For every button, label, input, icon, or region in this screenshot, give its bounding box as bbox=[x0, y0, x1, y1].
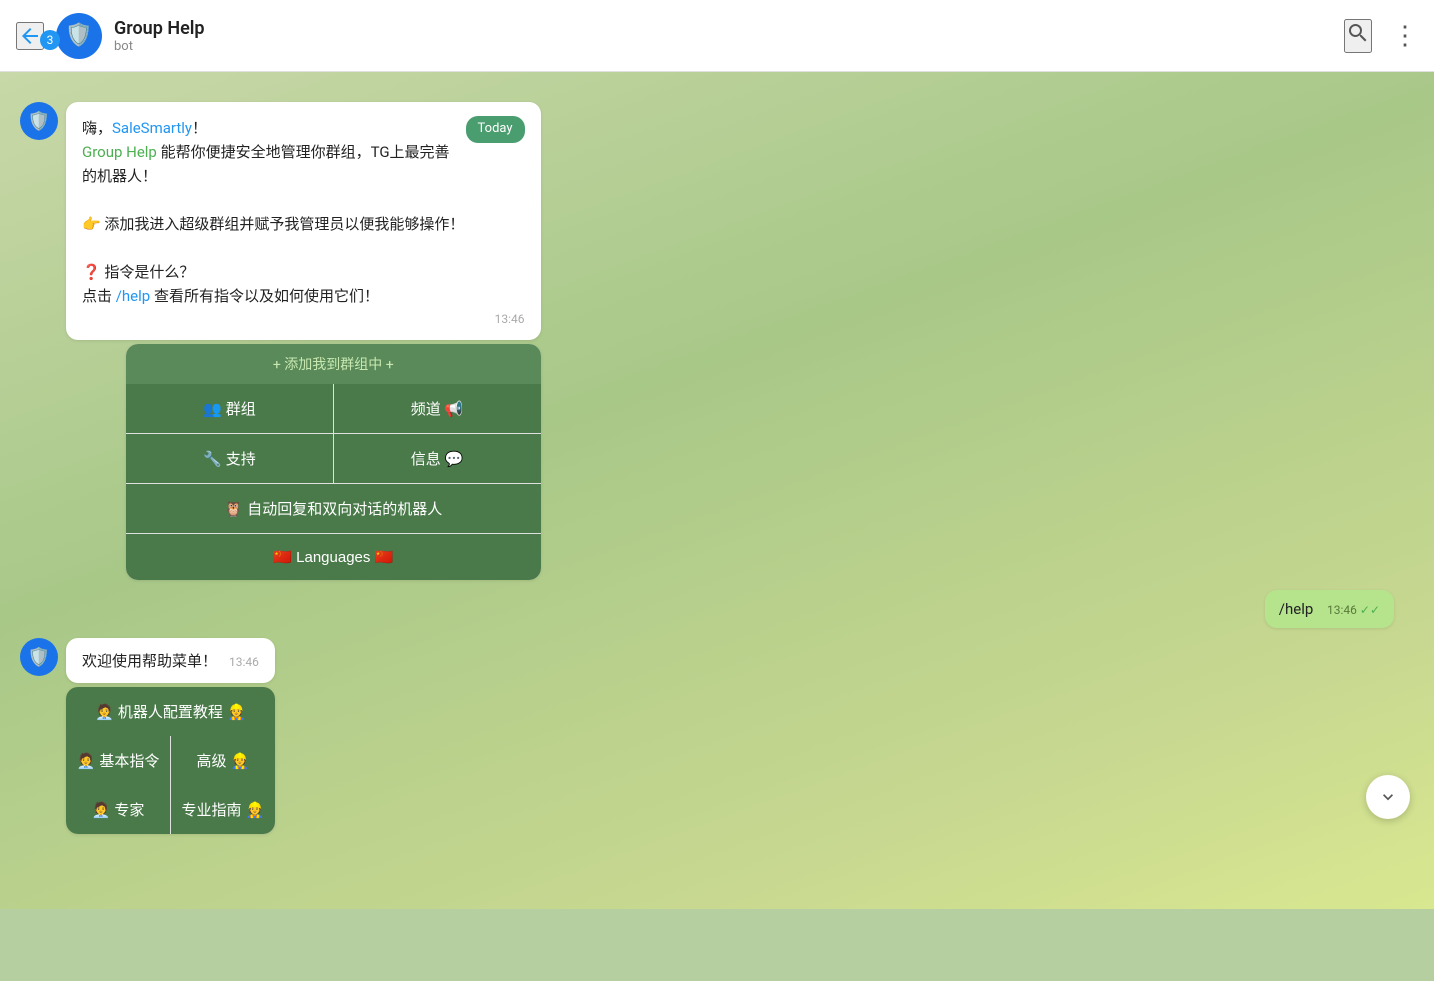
chat-background: 🛡️ Today 嗨，SaleSmartly！ Group Help 能帮你便捷… bbox=[0, 72, 1434, 909]
question-text: ❓ 指令是什么？ bbox=[82, 263, 194, 281]
robot-config-button[interactable]: 🧑‍💼 机器人配置教程 👷 bbox=[66, 687, 275, 736]
contact-sub: bot bbox=[114, 39, 205, 54]
welcome-message-wrap: 🛡️ 欢迎使用帮助菜单！ 13:46 🧑‍💼 机器人配置教程 👷 🧑‍💼 基本指… bbox=[20, 638, 1414, 834]
welcome-text: 欢迎使用帮助菜单！ bbox=[82, 652, 217, 670]
header-left: 3 🛡️ Group Help bot bbox=[16, 13, 205, 59]
user-help-message-wrap: /help 13:46 ✓✓ bbox=[20, 590, 1394, 628]
user-help-timestamp: 13:46 ✓✓ bbox=[1327, 603, 1380, 617]
help-post: 查看所有指令以及如何使用它们！ bbox=[150, 287, 379, 305]
pro-guide-button[interactable]: 专业指南 👷 bbox=[171, 785, 275, 834]
expert-guide-row: 🧑‍💼 专家 专业指南 👷 bbox=[66, 785, 275, 834]
bot-buttons-panel: + 添加我到群组中 + 👥 群组 频道 📢 🔧 支持 信息 💬 🦉 自动回复和双… bbox=[126, 344, 541, 580]
expert-button[interactable]: 🧑‍💼 专家 bbox=[66, 785, 170, 834]
basic-commands-button[interactable]: 🧑‍💼 基本指令 bbox=[66, 736, 170, 785]
search-button[interactable] bbox=[1344, 19, 1372, 53]
channel-button[interactable]: 频道 📢 bbox=[334, 384, 541, 433]
support-button[interactable]: 🔧 支持 bbox=[126, 434, 333, 483]
welcome-timestamp: 13:46 bbox=[229, 655, 259, 669]
info-button[interactable]: 信息 💬 bbox=[334, 434, 541, 483]
bot-message-intro-wrap: 🛡️ Today 嗨，SaleSmartly！ Group Help 能帮你便捷… bbox=[20, 102, 1414, 580]
bot-avatar: 🛡️ bbox=[20, 102, 58, 140]
welcome-bubble: 欢迎使用帮助菜单！ 13:46 bbox=[66, 638, 275, 683]
contact-name: Group Help bbox=[114, 18, 205, 39]
user-help-text: /help bbox=[1279, 600, 1313, 618]
username-highlight: SaleSmartly bbox=[112, 119, 192, 137]
notification-badge: 3 bbox=[40, 30, 60, 50]
user-help-bubble: /help 13:46 ✓✓ bbox=[1265, 590, 1394, 628]
bot-intro-text: Today 嗨，SaleSmartly！ Group Help 能帮你便捷安全地… bbox=[82, 116, 525, 308]
today-badge: Today bbox=[466, 116, 525, 143]
bot-avatar-2: 🛡️ bbox=[20, 638, 58, 676]
scroll-down-fab[interactable] bbox=[1366, 775, 1410, 819]
bot-button-grid: 👥 群组 频道 📢 🔧 支持 信息 💬 🦉 自动回复和双向对话的机器人 🇨🇳 L… bbox=[126, 384, 541, 580]
check-icon: ✓✓ bbox=[1360, 603, 1380, 617]
bot-message-timestamp: 13:46 bbox=[82, 312, 525, 326]
avatar: 🛡️ bbox=[56, 13, 102, 59]
more-menu-button[interactable]: ⋮ bbox=[1392, 20, 1418, 51]
header-right: ⋮ bbox=[1344, 19, 1418, 53]
welcome-buttons-panel: 🧑‍💼 机器人配置教程 👷 🧑‍💼 基本指令 高级 👷 🧑‍💼 专家 专业指南 … bbox=[66, 687, 275, 834]
help-link[interactable]: /help bbox=[116, 287, 150, 305]
cta-text: 👉 添加我进入超级群组并赋予我管理员以便我能够操作！ bbox=[82, 215, 464, 233]
basic-advanced-row: 🧑‍💼 基本指令 高级 👷 bbox=[66, 736, 275, 785]
bot-name-highlight: Group Help bbox=[82, 143, 157, 161]
help-pre: 点击 bbox=[82, 287, 116, 305]
greeting-post: ！ bbox=[192, 119, 207, 137]
languages-button[interactable]: 🇨🇳 Languages 🇨🇳 bbox=[126, 534, 541, 580]
greeting-pre: 嗨， bbox=[82, 119, 112, 137]
advanced-button[interactable]: 高级 👷 bbox=[171, 736, 275, 785]
bot-intro-bubble: Today 嗨，SaleSmartly！ Group Help 能帮你便捷安全地… bbox=[66, 102, 541, 340]
header-title: Group Help bot bbox=[114, 18, 205, 54]
groups-button[interactable]: 👥 群组 bbox=[126, 384, 333, 433]
chat-area: 🛡️ Today 嗨，SaleSmartly！ Group Help 能帮你便捷… bbox=[0, 72, 1434, 909]
add-group-row[interactable]: + 添加我到群组中 + bbox=[126, 344, 541, 384]
messages-list: 🛡️ Today 嗨，SaleSmartly！ Group Help 能帮你便捷… bbox=[0, 92, 1434, 844]
auto-reply-button[interactable]: 🦉 自动回复和双向对话的机器人 bbox=[126, 484, 541, 533]
back-area: 3 bbox=[16, 22, 44, 50]
header: 3 🛡️ Group Help bot ⋮ bbox=[0, 0, 1434, 72]
